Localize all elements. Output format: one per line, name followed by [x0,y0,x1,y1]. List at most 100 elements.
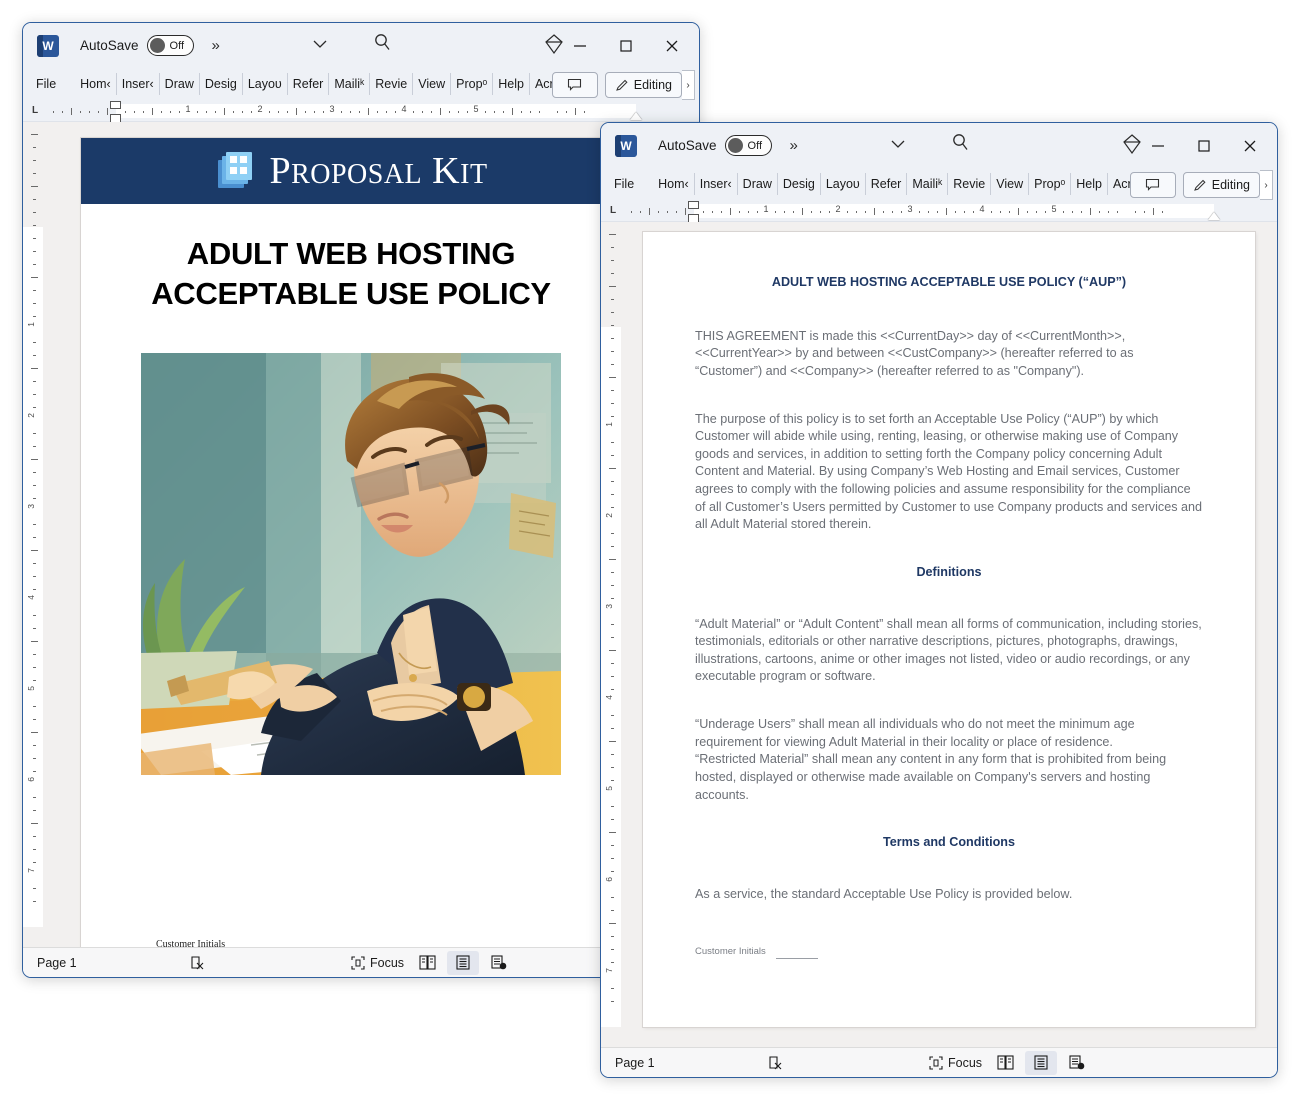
maximize-button-2[interactable] [1181,124,1227,168]
print-layout-icon-2[interactable] [1025,1050,1057,1075]
view-buttons-2 [989,1050,1093,1075]
autosave-label-2: AutoSave [658,138,717,153]
editing-mode-button-2[interactable]: Editing [1182,172,1260,198]
first-line-indent-marker[interactable] [110,100,121,109]
tab-stop-selector-2[interactable]: L [601,205,625,216]
tab-proposal[interactable]: Propᵒ [451,73,494,95]
tab-references[interactable]: Refer [288,73,330,95]
tab-review[interactable]: Revie [370,73,414,95]
word-window-2[interactable]: W AutoSave Off » File Hom‹ Inser‹ Draw D… [600,122,1278,1078]
tab-help-2[interactable]: Help [1071,173,1108,195]
ruler-number-4-w2: 4 [979,203,985,214]
vruler-number-3-w2: 3 [604,604,614,609]
vertical-ruler-2[interactable]: 1 2 3 4 5 6 7 8 [601,222,621,1064]
tab-draw-2[interactable]: Draw [738,173,778,195]
right-indent-marker-2[interactable] [1208,211,1220,220]
vruler-number-6-w2: 6 [604,877,614,882]
document-page-1[interactable]: PROPOSAL KIT ADULT WEB HOSTING ACCEPTABL… [81,138,621,947]
vruler-number-1-w2: 1 [604,422,614,427]
close-button[interactable] [649,24,695,68]
right-indent-marker[interactable] [630,111,642,120]
proofing-status-icon-1[interactable] [189,955,205,971]
tab-layout-2[interactable]: Layoᴜ [821,173,866,195]
word-app-icon: W [37,34,59,57]
customer-initials-1: Customer Initials [156,939,283,947]
focus-mode-button-2[interactable]: Focus [929,1056,982,1070]
tab-mailings-2[interactable]: Mailiᵏ [907,173,949,195]
focus-mode-button-1[interactable]: Focus [351,956,404,970]
tab-view[interactable]: View [413,73,452,95]
brand-k: K [432,150,461,192]
document-illustration[interactable] [141,352,561,775]
tab-mailings[interactable]: Mailiᵏ [329,73,371,95]
more-options-icon[interactable]: » [212,37,220,54]
tab-insert[interactable]: Inser‹ [117,73,160,95]
tab-references-2[interactable]: Refer [866,173,908,195]
tab-file-2[interactable]: File [609,173,639,195]
comments-button[interactable] [551,72,598,98]
tab-design[interactable]: Desiɡ [200,73,243,95]
minimize-button-2[interactable] [1135,124,1181,168]
statusbar-2: Page 1 Focus [601,1047,1277,1077]
tab-view-2[interactable]: View [991,173,1030,195]
horizontal-ruler-2[interactable]: L 1 2 3 4 5 [601,200,1277,223]
tab-design-2[interactable]: Desiɡ [778,173,821,195]
minimize-button[interactable] [557,24,603,68]
editing-label: Editing [633,78,672,92]
doc2-paragraph-4: “Underage Users” shall mean all individu… [695,717,1135,749]
tab-home[interactable]: Hom‹ [75,73,117,95]
word-window-1[interactable]: W AutoSave Off » File Hom‹ Inser‹ Draw D… [22,22,700,978]
editing-mode-button[interactable]: Editing [604,72,682,98]
ruler-number-5: 5 [473,103,479,114]
web-layout-icon-1[interactable] [483,951,515,975]
customer-initials-label-2: Customer Initials [695,946,766,958]
more-options-icon-2[interactable]: » [790,137,798,154]
customize-quick-access-icon-2[interactable] [891,136,905,152]
proofing-status-icon-2[interactable] [767,1055,783,1071]
maximize-button[interactable] [603,24,649,68]
tab-proposal-2[interactable]: Propᵒ [1029,173,1072,195]
tab-review-2[interactable]: Revie [948,173,992,195]
ribbon-tabs-2: File Hom‹ Inser‹ Draw Desiɡ Layoᴜ Refer … [601,168,1277,200]
autosave-toggle-2[interactable]: Off [724,135,772,156]
statusbar-1: Page 1 Focus [23,947,699,977]
tab-layout[interactable]: Layoᴜ [243,73,288,95]
comments-button-2[interactable] [1129,172,1176,198]
customize-quick-access-icon[interactable] [313,36,327,52]
read-mode-icon-2[interactable] [989,1051,1021,1075]
proposal-kit-wordmark: PROPOSAL KIT [269,152,487,190]
document-page-2[interactable]: ADULT WEB HOSTING ACCEPTABLE USE POLICY … [643,232,1255,1027]
first-line-indent-marker-2[interactable] [688,200,699,209]
customer-initials-line-2[interactable] [775,952,818,959]
tab-insert-2[interactable]: Inser‹ [695,173,738,195]
window-controls-1 [557,23,695,68]
tab-stop-selector[interactable]: L [23,105,47,116]
doc2-paragraph-2: The purpose of this policy is to set for… [695,411,1203,532]
page-indicator-2[interactable]: Page 1 [615,1056,655,1070]
page-indicator-1[interactable]: Page 1 [37,956,77,970]
vruler-number-1: 1 [26,322,36,327]
ribbon-tabs-1: File Hom‹ Inser‹ Draw Desiɡ Layoᴜ Refer … [23,68,699,100]
page-canvas-2[interactable]: ADULT WEB HOSTING ACCEPTABLE USE POLICY … [621,222,1277,1047]
vertical-ruler-1[interactable]: 1 2 3 4 5 6 7 [23,122,43,947]
search-icon[interactable] [373,32,393,57]
tab-draw[interactable]: Draw [160,73,200,95]
print-layout-icon-1[interactable] [447,950,479,975]
ribbon-overflow-icon-2[interactable]: › [1260,170,1273,200]
tab-file[interactable]: File [31,73,61,95]
horizontal-ruler-1[interactable]: L 1 2 3 4 5 [23,100,699,123]
vruler-number-6: 6 [26,777,36,782]
autosave-toggle[interactable]: Off [146,35,194,56]
tab-help[interactable]: Help [493,73,530,95]
document-content-2[interactable]: ADULT WEB HOSTING ACCEPTABLE USE POLICY … [643,232,1255,959]
web-layout-icon-2[interactable] [1061,1051,1093,1075]
tab-home-2[interactable]: Hom‹ [653,173,695,195]
ruler-ticks [47,107,691,116]
close-button-2[interactable] [1227,124,1273,168]
desktop: W AutoSave Off » File Hom‹ Inser‹ Draw D… [0,0,1300,1100]
vruler-number-4: 4 [26,595,36,600]
ribbon-overflow-icon[interactable]: › [682,70,695,100]
search-icon-2[interactable] [951,132,971,157]
vruler-number-7: 7 [26,868,36,873]
read-mode-icon-1[interactable] [411,951,443,975]
